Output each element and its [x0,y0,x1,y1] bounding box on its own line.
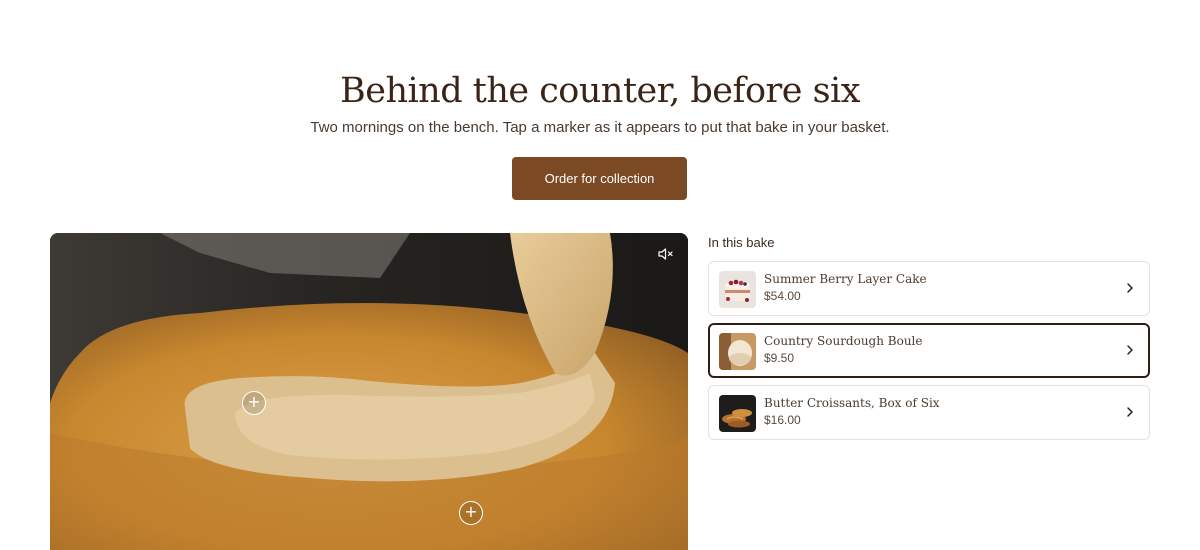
plus-icon: + [247,392,261,411]
order-for-collection-button[interactable]: Order for collection [512,157,687,200]
product-thumbnail [719,271,756,308]
product-price: $54.00 [764,289,801,303]
chevron-right-icon [1127,407,1133,417]
volume-muted-icon[interactable] [656,245,676,263]
product-thumbnail [719,395,756,432]
chevron-right-icon [1127,283,1133,293]
product-price: $9.50 [764,351,795,365]
product-name: Country Sourdough Boule [764,334,923,348]
product-price: $16.00 [764,413,801,427]
page-title: Behind the counter, before six [340,71,860,111]
page-subtitle: Two mornings on the bench. Tap a marker … [310,119,890,136]
product-thumbnail [719,333,756,370]
panel-heading: In this bake [708,235,775,250]
plus-icon: + [464,502,478,521]
hotspot-marker[interactable]: + [242,391,266,415]
product-card-country-sourdough-boule[interactable]: Country Sourdough Boule $9.50 [708,323,1150,378]
product-name: Butter Croissants, Box of Six [764,396,940,410]
hotspot-marker[interactable]: + [459,501,483,525]
product-name: Summer Berry Layer Cake [764,272,927,286]
product-card-butter-croissants[interactable]: Butter Croissants, Box of Six $16.00 [708,385,1150,440]
products-panel: In this bake Summer Berry Layer Cake $54 [708,233,1150,447]
product-card-summer-berry-layer-cake[interactable]: Summer Berry Layer Cake $54.00 [708,261,1150,316]
page: Behind the counter, before six Two morni… [0,0,1200,550]
video-frame-image [50,233,688,550]
video-player[interactable]: + + [50,233,688,550]
chevron-right-icon [1127,345,1133,355]
